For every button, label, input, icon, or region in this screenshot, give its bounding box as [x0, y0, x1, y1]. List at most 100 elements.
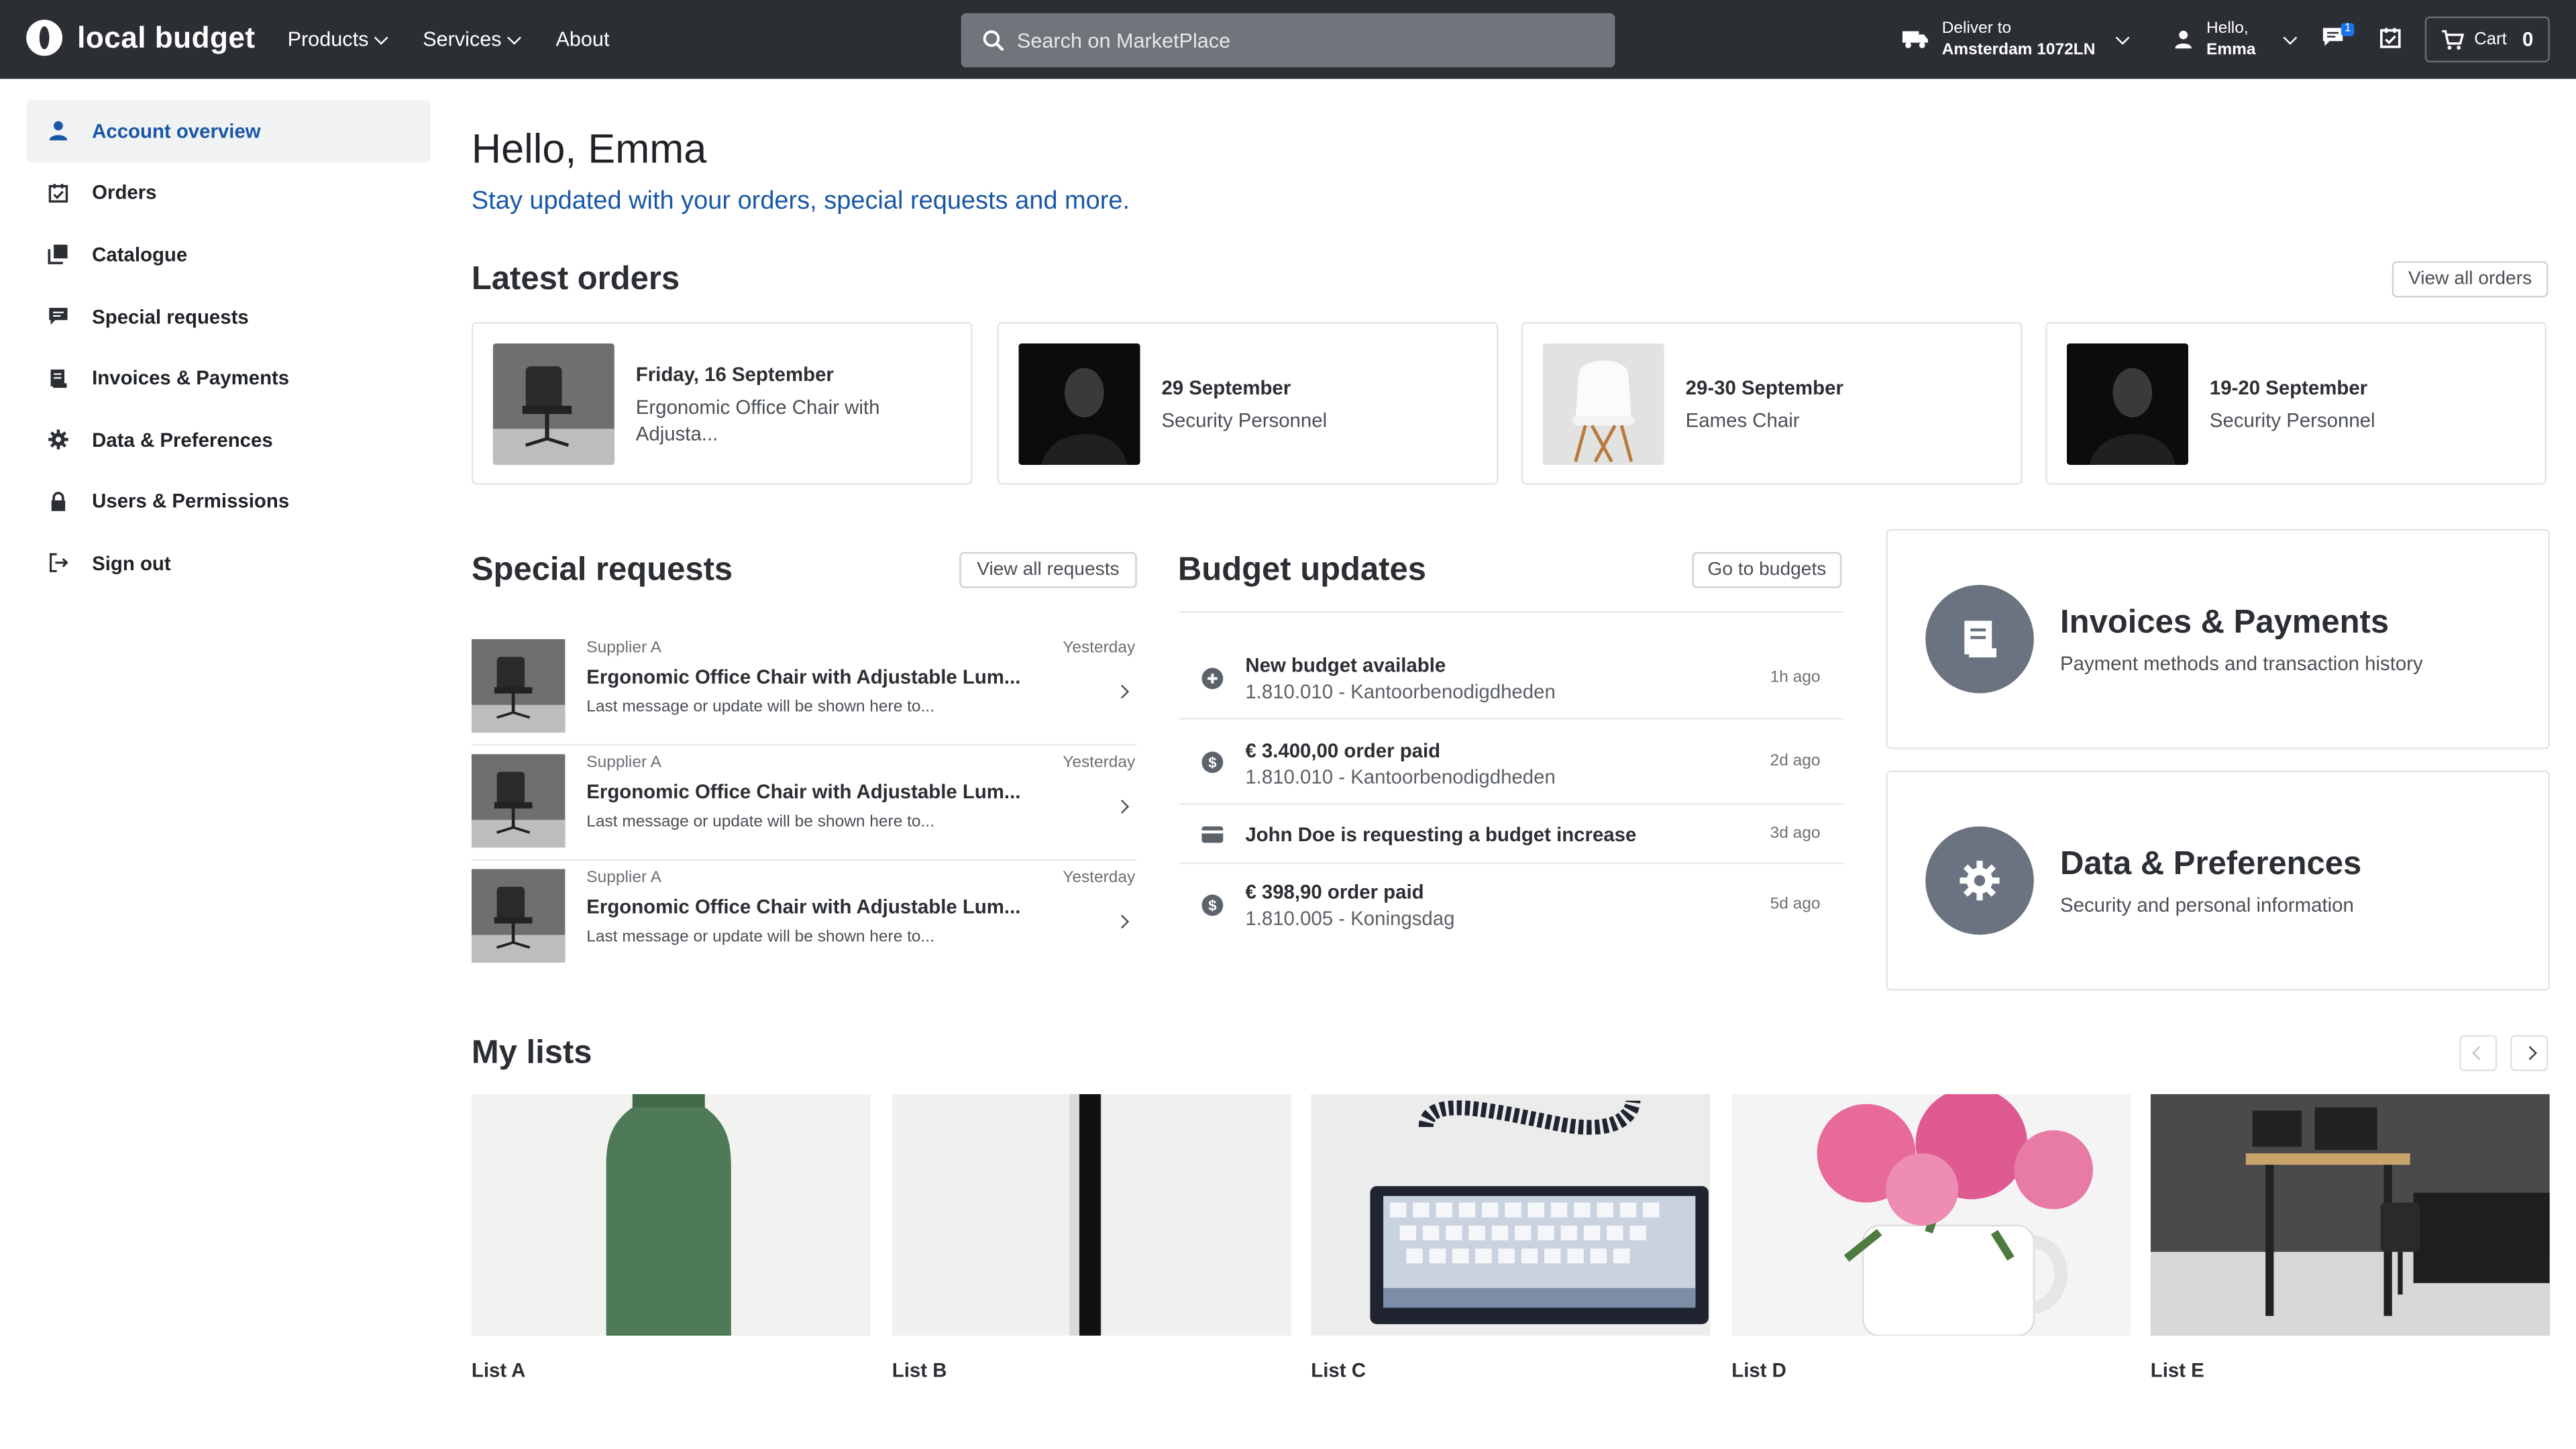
gear-icon — [1960, 861, 2000, 901]
data-preferences-card[interactable]: Data & Preferences Security and personal… — [1886, 770, 2550, 991]
request-supplier: Supplier A — [586, 869, 661, 888]
request-time: Yesterday — [1063, 639, 1136, 657]
request-title: Ergonomic Office Chair with Adjustable L… — [586, 665, 1021, 689]
sidebar-item-catalogue[interactable]: Catalogue — [26, 224, 430, 286]
list-name: List E — [2150, 1358, 2204, 1382]
budget-update-detail: 1.810.010 - Kantoorbenodigdheden — [1245, 680, 1556, 704]
list-name: List A — [471, 1358, 526, 1382]
order-card[interactable]: Friday, 16 September Ergonomic Office Ch… — [471, 322, 973, 485]
order-thumbnail — [1542, 343, 1664, 466]
orders-icon[interactable] — [2379, 26, 2402, 49]
order-date: 29 September — [1161, 376, 1291, 400]
list-image — [1731, 1094, 2131, 1336]
request-row[interactable]: Supplier A Ergonomic Office Chair with A… — [471, 861, 1137, 975]
request-row[interactable]: Supplier A Ergonomic Office Chair with A… — [471, 631, 1137, 746]
plus-circle-icon — [1201, 667, 1224, 690]
lists-prev-button[interactable] — [2459, 1034, 2498, 1071]
order-description: Security Personnel — [2209, 409, 2375, 433]
sidebar-item-special-requests[interactable]: Special requests — [26, 286, 430, 347]
budget-update-title: John Doe is requesting a budget increase — [1245, 822, 1637, 847]
budget-update-detail: 1.810.005 - Koningsdag — [1245, 906, 1455, 930]
sidebar-item-data-preferences[interactable]: Data & Preferences — [26, 409, 430, 471]
cart-label: Cart — [2474, 30, 2507, 50]
receipt-icon — [1964, 621, 1997, 657]
budget-update-row[interactable]: $ € 3.400,00 order paid 1.810.010 - Kant… — [1179, 720, 1843, 806]
person-icon — [49, 121, 68, 142]
sidebar-item-label: Catalogue — [92, 243, 188, 266]
orders-icon — [48, 183, 68, 203]
order-card[interactable]: 19-20 September Security Personnel — [2045, 322, 2546, 485]
view-all-requests-button[interactable]: View all requests — [959, 551, 1137, 588]
list-card[interactable]: List A — [471, 1094, 871, 1382]
sidebar-item-users-permissions[interactable]: Users & Permissions — [26, 471, 430, 533]
order-thumbnail — [2066, 343, 2189, 466]
list-image — [1311, 1094, 1711, 1336]
list-card[interactable]: List D — [1731, 1094, 2131, 1382]
sidebar-item-sign-out[interactable]: Sign out — [26, 533, 430, 594]
view-all-orders-button[interactable]: View all orders — [2392, 261, 2548, 298]
list-image — [2150, 1094, 2550, 1336]
sidebar-item-account-overview[interactable]: Account overview — [26, 100, 431, 162]
chevron-right-icon — [1115, 914, 1130, 929]
request-thumbnail — [471, 754, 566, 848]
user-name: Emma — [2206, 41, 2256, 60]
person-icon — [2175, 30, 2192, 49]
data-card-icon-circle — [1925, 826, 2034, 935]
cart-button[interactable]: Cart 0 — [2424, 16, 2550, 63]
order-card[interactable]: 29 September Security Personnel — [997, 322, 1499, 485]
sidebar-item-label: Account overview — [92, 119, 261, 143]
budget-update-title: New budget available — [1245, 653, 1446, 677]
user-greeting: Hello, — [2206, 19, 2249, 38]
sidebar-item-invoices-payments[interactable]: Invoices & Payments — [26, 347, 430, 409]
go-to-budgets-button[interactable]: Go to budgets — [1692, 551, 1842, 588]
deliver-to[interactable]: Deliver to Amsterdam 1072LN — [1902, 18, 2131, 61]
request-title: Ergonomic Office Chair with Adjustable L… — [586, 895, 1021, 918]
request-thumbnail — [471, 869, 566, 963]
nav-services[interactable]: Services — [423, 28, 522, 51]
nav-about-label: About — [555, 28, 610, 51]
invoices-card-title: Invoices & Payments — [2060, 604, 2390, 641]
messages-badge: 1 — [2341, 23, 2355, 36]
cart-count: 0 — [2522, 28, 2534, 51]
order-date: 19-20 September — [2209, 376, 2368, 400]
list-card[interactable]: List B — [892, 1094, 1291, 1382]
budget-update-row[interactable]: New budget available 1.810.010 - Kantoor… — [1179, 634, 1843, 720]
budget-update-row[interactable]: $ € 398,90 order paid 1.810.005 - Koning… — [1179, 864, 1843, 946]
nav-products[interactable]: Products — [287, 28, 389, 51]
top-bar: local budget Products Services About Sea… — [0, 0, 2576, 79]
invoices-card-icon-circle — [1925, 584, 2034, 694]
budget-update-title: € 3.400,00 order paid — [1245, 739, 1441, 763]
chevron-left-icon — [2471, 1046, 2485, 1061]
search-input[interactable] — [1016, 28, 1615, 52]
budget-update-row[interactable]: John Doe is requesting a budget increase… — [1179, 805, 1843, 865]
request-row[interactable]: Supplier A Ergonomic Office Chair with A… — [471, 746, 1137, 861]
request-time: Yesterday — [1063, 754, 1136, 773]
order-card[interactable]: 29-30 September Eames Chair — [1521, 322, 2023, 485]
special-requests-title: Special requests — [471, 551, 733, 588]
user-menu[interactable]: Hello, Emma — [2174, 18, 2298, 61]
dollar-circle-icon: $ — [1201, 751, 1224, 773]
list-card[interactable]: List C — [1311, 1094, 1711, 1382]
nav-about[interactable]: About — [555, 28, 609, 51]
chevron-down-icon — [2116, 30, 2131, 44]
order-thumbnail — [1018, 343, 1140, 466]
sidebar-item-orders[interactable]: Orders — [26, 162, 430, 223]
invoices-payments-card[interactable]: Invoices & Payments Payment methods and … — [1886, 529, 2550, 749]
chevron-right-icon — [1115, 800, 1130, 814]
order-description: Eames Chair — [1685, 409, 1800, 433]
list-card[interactable]: List E — [2150, 1094, 2550, 1382]
dollar-circle-icon: $ — [1201, 894, 1224, 916]
brand-logo[interactable]: local budget — [26, 19, 255, 56]
data-card-title: Data & Preferences — [2060, 846, 2362, 883]
deliver-location: Amsterdam 1072LN — [1941, 41, 2096, 60]
chevron-down-icon — [2283, 30, 2298, 44]
sidebar-item-label: Users & Permissions — [92, 490, 290, 513]
request-supplier: Supplier A — [586, 639, 661, 657]
request-time: Yesterday — [1063, 869, 1136, 888]
lists-next-button[interactable] — [2510, 1034, 2548, 1071]
nav-products-label: Products — [287, 28, 369, 51]
list-image — [471, 1094, 871, 1336]
order-date: Friday, 16 September — [635, 363, 834, 386]
nav-services-label: Services — [423, 28, 502, 51]
search-bar — [961, 13, 1615, 68]
